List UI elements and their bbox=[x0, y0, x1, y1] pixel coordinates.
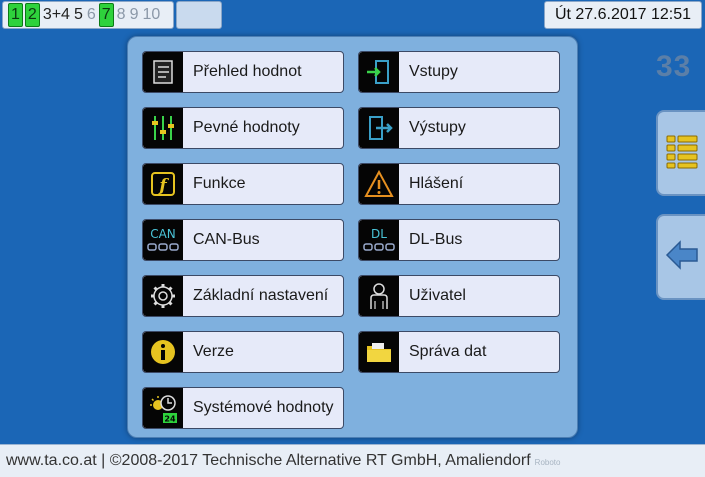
menu-item-label: Výstupy bbox=[409, 119, 466, 136]
folder-icon bbox=[359, 332, 399, 372]
menu-list-icon bbox=[666, 133, 698, 174]
can-bus-icon: CAN bbox=[143, 220, 183, 260]
node-10-button[interactable]: 10 bbox=[140, 3, 162, 27]
menu-item-label: Vstupy bbox=[409, 63, 458, 80]
node-3-4-button[interactable]: 3+4 bbox=[41, 3, 72, 27]
node-1-button[interactable]: 1 bbox=[8, 3, 23, 27]
datetime-display[interactable]: Út 27.6.2017 12:51 bbox=[544, 1, 702, 29]
menu-item-label: Systémové hodnoty bbox=[193, 399, 334, 416]
back-arrow-icon bbox=[665, 239, 699, 275]
messages-warning-icon bbox=[359, 164, 399, 204]
node-2-button[interactable]: 2 bbox=[24, 3, 40, 27]
page-number: 33 bbox=[656, 50, 692, 83]
inputs-icon bbox=[359, 52, 399, 92]
user-icon bbox=[359, 276, 399, 316]
menu-item-fixed-values[interactable]: Pevné hodnoty bbox=[142, 107, 344, 149]
fixed-values-icon bbox=[143, 108, 183, 148]
info-icon bbox=[143, 332, 183, 372]
svg-text:f: f bbox=[158, 176, 169, 196]
system-values-icon: 24 bbox=[143, 388, 183, 428]
menu-item-functions[interactable]: f Funkce bbox=[142, 163, 344, 205]
node-7-button[interactable]: 7 bbox=[98, 3, 114, 27]
menu-item-value-overview[interactable]: Přehled hodnot bbox=[142, 51, 344, 93]
node-5-button[interactable]: 5 bbox=[72, 3, 85, 27]
menu-item-messages[interactable]: Hlášení bbox=[358, 163, 560, 205]
node-8-button[interactable]: 8 bbox=[115, 3, 128, 27]
menu-item-label: CAN-Bus bbox=[193, 231, 260, 248]
dl-bus-icon: DL bbox=[359, 220, 399, 260]
footer-copyright: www.ta.co.at | ©2008-2017 Technische Alt… bbox=[6, 452, 531, 469]
menu-button[interactable] bbox=[656, 110, 705, 196]
menu-item-basic-settings[interactable]: Základní nastavení bbox=[142, 275, 344, 317]
footer-font-label: Roboto bbox=[534, 458, 561, 467]
screen: { "header": { "nodes": [ {"label": "1", … bbox=[0, 0, 705, 477]
menu-item-label: Funkce bbox=[193, 175, 246, 192]
node-bar-extension[interactable] bbox=[176, 1, 222, 29]
can-icon-text: CAN bbox=[150, 227, 176, 241]
menu-item-label: Základní nastavení bbox=[193, 287, 329, 304]
menu-item-label: Verze bbox=[193, 343, 234, 360]
menu-item-data-management[interactable]: Správa dat bbox=[358, 331, 560, 373]
menu-item-version[interactable]: Verze bbox=[142, 331, 344, 373]
menu-item-outputs[interactable]: Výstupy bbox=[358, 107, 560, 149]
footer: www.ta.co.at | ©2008-2017 Technische Alt… bbox=[0, 444, 705, 477]
main-menu-panel: Přehled hodnot Vstupy Pevné hodnoty Výst… bbox=[127, 36, 578, 438]
menu-item-label: Správa dat bbox=[409, 343, 487, 360]
menu-item-inputs[interactable]: Vstupy bbox=[358, 51, 560, 93]
node-selector-bar: 1 2 3+4 5 6 7 8 9 10 bbox=[2, 1, 174, 29]
menu-item-dl-bus[interactable]: DL DL-Bus bbox=[358, 219, 560, 261]
menu-item-label: DL-Bus bbox=[409, 231, 463, 248]
dl-icon-text: DL bbox=[371, 227, 387, 241]
gear-icon bbox=[143, 276, 183, 316]
menu-item-user[interactable]: Uživatel bbox=[358, 275, 560, 317]
functions-icon: f bbox=[143, 164, 183, 204]
node-6-button[interactable]: 6 bbox=[85, 3, 98, 27]
menu-item-label: Uživatel bbox=[409, 287, 466, 304]
menu-item-can-bus[interactable]: CAN CAN-Bus bbox=[142, 219, 344, 261]
outputs-icon bbox=[359, 108, 399, 148]
menu-item-label: Hlášení bbox=[409, 175, 464, 192]
system-icon-text: 24 bbox=[164, 415, 176, 424]
menu-item-label: Přehled hodnot bbox=[193, 63, 302, 80]
back-button[interactable] bbox=[656, 214, 705, 300]
node-9-button[interactable]: 9 bbox=[128, 3, 141, 27]
menu-item-system-values[interactable]: 24 Systémové hodnoty bbox=[142, 387, 344, 429]
menu-item-label: Pevné hodnoty bbox=[193, 119, 300, 136]
value-overview-icon bbox=[143, 52, 183, 92]
